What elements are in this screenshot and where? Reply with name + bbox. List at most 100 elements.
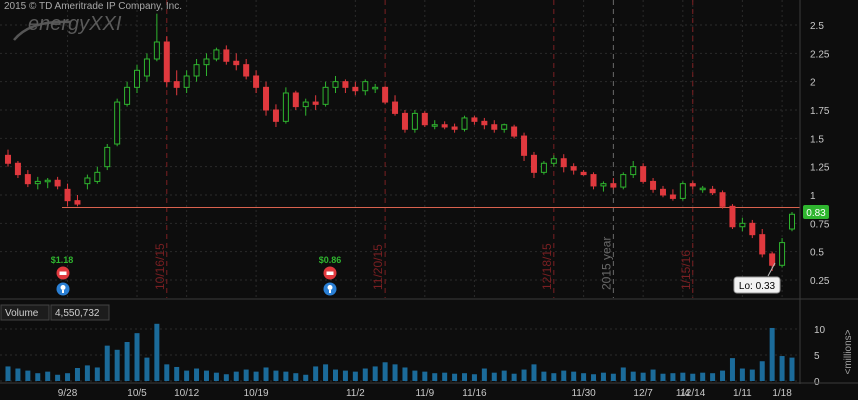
volume-bar[interactable] [352, 371, 358, 381]
volume-bar[interactable] [174, 366, 180, 381]
volume-bar[interactable] [660, 373, 666, 381]
volume-bar[interactable] [630, 371, 636, 381]
volume-bar[interactable] [5, 366, 11, 381]
volume-bar[interactable] [184, 370, 190, 381]
candle-body[interactable] [600, 183, 607, 187]
candle-body[interactable] [213, 49, 220, 60]
volume-bar[interactable] [759, 361, 765, 381]
volume-bar[interactable] [203, 370, 209, 381]
volume-bar[interactable] [332, 369, 338, 381]
candle-body[interactable] [163, 41, 170, 83]
candle-body[interactable] [431, 124, 438, 127]
volume-bar[interactable] [541, 371, 547, 381]
candle-body[interactable] [640, 166, 647, 182]
candle-body[interactable] [342, 81, 349, 88]
candle-body[interactable] [183, 75, 190, 88]
candle-body[interactable] [689, 183, 696, 187]
volume-bar[interactable] [74, 368, 80, 381]
volume-bar[interactable] [194, 368, 200, 381]
candle-body[interactable] [749, 222, 756, 236]
volume-bar[interactable] [729, 358, 735, 381]
volume-bar[interactable] [442, 372, 448, 381]
candle-body[interactable] [243, 64, 250, 77]
candle-body[interactable] [550, 158, 557, 164]
volume-bar[interactable] [342, 370, 348, 381]
candle-body[interactable] [352, 86, 359, 92]
candle-body[interactable] [203, 58, 210, 66]
volume-bar[interactable] [739, 368, 745, 381]
volume-bar[interactable] [362, 368, 368, 381]
volume-bar[interactable] [501, 370, 507, 381]
volume-bar[interactable] [134, 333, 140, 381]
candle-body[interactable] [521, 135, 528, 156]
volume-bar[interactable] [700, 372, 706, 381]
volume-bar[interactable] [323, 364, 329, 381]
volume-bar[interactable] [372, 366, 378, 381]
candle-body[interactable] [471, 117, 478, 122]
volume-bar[interactable] [720, 370, 726, 381]
volume-bar[interactable] [491, 372, 497, 381]
volume-bar[interactable] [293, 373, 299, 381]
volume-bar[interactable] [531, 364, 537, 381]
volume-bar[interactable] [680, 372, 686, 381]
candle-body[interactable] [719, 192, 726, 207]
candle-body[interactable] [421, 112, 428, 126]
volume-bar[interactable] [610, 373, 616, 381]
candle-body[interactable] [441, 124, 448, 128]
candle-body[interactable] [789, 213, 795, 230]
candle-body[interactable] [193, 64, 200, 77]
candle-body[interactable] [263, 86, 270, 111]
volume-bar[interactable] [670, 373, 676, 381]
candle-body[interactable] [739, 222, 746, 228]
candle-body[interactable] [659, 188, 666, 196]
volume-bar[interactable] [55, 374, 61, 381]
volume-bar[interactable] [382, 362, 388, 381]
volume-bar[interactable] [94, 367, 100, 381]
candle-body[interactable] [94, 171, 101, 182]
volume-bar[interactable] [551, 373, 557, 381]
volume-bar[interactable] [233, 371, 239, 381]
volume-bar[interactable] [481, 368, 487, 381]
volume-bar[interactable] [84, 365, 90, 381]
candle-body[interactable] [302, 101, 309, 108]
volume-bar[interactable] [749, 369, 755, 381]
candle-body[interactable] [580, 171, 587, 176]
volume-bar[interactable] [273, 370, 279, 381]
candle-body[interactable] [590, 174, 597, 187]
volume-bar[interactable] [779, 356, 785, 381]
candle-body[interactable] [382, 86, 389, 103]
volume-bar[interactable] [144, 357, 150, 381]
volume-bar[interactable] [65, 373, 71, 381]
candle-body[interactable] [44, 179, 51, 183]
volume-bar[interactable] [789, 357, 795, 381]
volume-bar[interactable] [402, 367, 408, 381]
candle-body[interactable] [620, 174, 627, 188]
candle-body[interactable] [124, 86, 131, 105]
candle-body[interactable] [272, 109, 279, 122]
volume-bar[interactable] [581, 373, 587, 381]
volume-bar[interactable] [213, 372, 219, 381]
volume-bar[interactable] [521, 369, 527, 381]
candle-body[interactable] [401, 112, 408, 130]
volume-bar[interactable] [511, 373, 517, 381]
candle-body[interactable] [372, 86, 379, 90]
volume-bar[interactable] [263, 367, 269, 381]
candle-body[interactable] [699, 187, 706, 191]
volume-bar[interactable] [154, 323, 160, 381]
candle-body[interactable] [322, 86, 329, 105]
candle-body[interactable] [134, 69, 141, 88]
candle-body[interactable] [779, 242, 786, 266]
volume-bar[interactable] [640, 372, 646, 381]
candle-body[interactable] [540, 162, 547, 173]
volume-bar[interactable] [452, 373, 458, 381]
candle-body[interactable] [34, 180, 41, 185]
candle-body[interactable] [282, 92, 289, 122]
candle-body[interactable] [223, 49, 230, 62]
candle-body[interactable] [54, 179, 61, 187]
volume-bar[interactable] [571, 371, 577, 381]
candle-body[interactable] [709, 188, 716, 194]
volume-bar[interactable] [561, 370, 567, 381]
candle-body[interactable] [570, 166, 577, 171]
volume-bar[interactable] [35, 373, 41, 381]
candle-body[interactable] [392, 101, 399, 114]
